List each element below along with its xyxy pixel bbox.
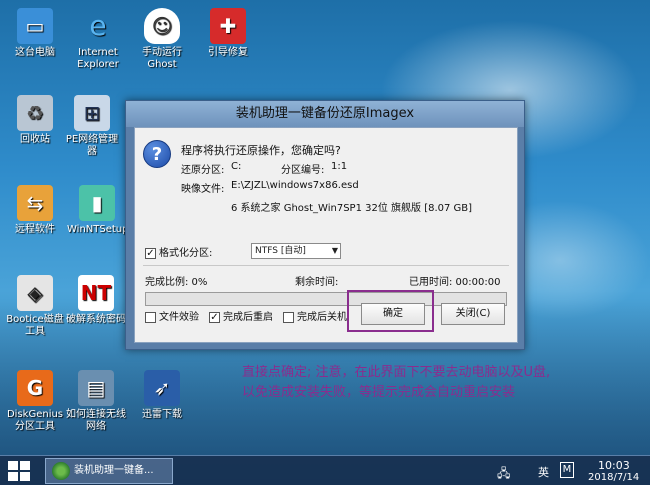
windows-logo-pane: [20, 472, 30, 481]
checkbox-unchecked-icon: [283, 311, 294, 323]
restore-dialog: 装机助理一键备份还原Imagex ? 程序将执行还原操作，您确定吗? 还原分区:…: [125, 100, 525, 350]
ime-mode[interactable]: M: [560, 462, 574, 478]
desktop-icon-label: 引导修复: [208, 47, 248, 58]
taskbar-item-restore[interactable]: 装机助理一键备...: [45, 458, 173, 484]
desktop-icon-nt-password[interactable]: NT 破解系统密码: [66, 275, 126, 326]
first-aid-icon: ✚: [210, 8, 246, 44]
restore-partition-label: 还原分区:: [181, 165, 225, 176]
desktop-icon-network[interactable]: ⊞ PE网络管理器: [62, 95, 122, 158]
desktop-icon-wifi-help[interactable]: ▤ 如何连接无线网络: [66, 370, 126, 433]
winntsetup-icon: ▮: [79, 185, 115, 221]
verify-checkbox[interactable]: 文件效验: [145, 308, 199, 323]
windows-logo-pane: [20, 461, 30, 470]
desktop-icon-label: 破解系统密码: [66, 314, 126, 325]
elapsed-time: 已用时间: 00:00:00: [409, 277, 501, 288]
computer-icon: ▭: [17, 8, 53, 44]
bootice-icon: ◈: [17, 275, 53, 311]
dialog-body: ? 程序将执行还原操作，您确定吗? 还原分区: C: 分区编号: 1:1 映像文…: [134, 127, 518, 343]
dialog-title: 装机助理一键备份还原Imagex: [126, 101, 524, 127]
desktop-icon-recycle-bin[interactable]: ♻ 回收站: [5, 95, 65, 146]
remote-icon: ⇆: [17, 185, 53, 221]
network-tray-icon[interactable]: 🖧: [497, 464, 510, 485]
clock-date[interactable]: 2018/7/14: [588, 472, 639, 483]
desktop-icon-label: Internet Explorer: [77, 47, 119, 70]
ghost-icon: ☺: [144, 8, 180, 44]
desktop-icon-thunder[interactable]: ➶ 迅雷下载: [132, 370, 192, 421]
image-description: 6 系统之家 Ghost_Win7SP1 32位 旗舰版 [8.07 GB]: [231, 203, 473, 214]
taskbar-item-label: 装机助理一键备...: [74, 465, 154, 476]
windows-logo-pane: [8, 461, 18, 470]
format-partition-checkbox[interactable]: ✓ 格式化分区:: [145, 244, 212, 259]
checkbox-checked-icon: ✓: [145, 247, 156, 259]
progress-percent: 完成比例: 0%: [145, 277, 208, 288]
desktop-icon-label: 迅雷下载: [142, 409, 182, 420]
image-file-path: E:\ZJZL\windows7x86.esd: [231, 180, 359, 191]
gear-icon: [52, 462, 70, 480]
reboot-label: 完成后重启: [223, 312, 273, 323]
wifi-help-icon: ▤: [78, 370, 114, 406]
diskgenius-icon: G: [17, 370, 53, 406]
confirm-question: 程序将执行还原操作，您确定吗?: [181, 144, 341, 157]
partition-number-label: 分区编号:: [281, 165, 325, 176]
restore-partition-value: C:: [231, 161, 242, 172]
ie-icon: e: [89, 9, 107, 42]
format-partition-label: 格式化分区:: [159, 248, 213, 259]
filesystem-select-value: NTFS [自动]: [255, 246, 306, 256]
recycle-bin-icon: ♻: [17, 95, 53, 131]
desktop-icon-label: 远程软件: [15, 224, 55, 235]
checkbox-unchecked-icon: [145, 311, 156, 323]
desktop-icon-label: 这台电脑: [15, 47, 55, 58]
desktop-icon-diskgenius[interactable]: G DiskGenius分区工具: [5, 370, 65, 433]
chevron-down-icon: ▼: [331, 246, 338, 255]
windows-logo-pane: [8, 472, 18, 481]
desktop-icon-label: PE网络管理器: [65, 134, 119, 157]
image-file-label: 映像文件:: [181, 184, 225, 195]
desktop-icon-label: 手动运行 Ghost: [142, 47, 182, 70]
reboot-after-checkbox[interactable]: ✓ 完成后重启: [209, 308, 273, 323]
desktop-icon-ie[interactable]: e Internet Explorer: [68, 8, 128, 71]
filesystem-select[interactable]: NTFS [自动] ▼: [251, 243, 341, 259]
partition-number-value: 1:1: [331, 161, 348, 172]
desktop-icon-label: 如何连接无线网络: [66, 409, 126, 432]
instruction-line-2: 以免造成安装失败，等提示完成会自动重启安装: [242, 385, 516, 400]
taskbar: 装机助理一键备... 🖧 英 M 10:03 2018/7/14: [0, 455, 650, 485]
divider: [143, 265, 509, 266]
desktop-icon-remote[interactable]: ⇆ 远程软件: [5, 185, 65, 236]
verify-label: 文件效验: [159, 312, 199, 323]
desktop-icon-label: Bootice磁盘工具: [6, 314, 64, 337]
desktop-icon-ghost[interactable]: ☺ 手动运行 Ghost: [132, 8, 192, 71]
instruction-line-1: 直接点确定; 注意，在此界面下不要去动电脑以及U盘,: [242, 365, 551, 380]
desktop-icon-winntsetup[interactable]: ▮ WinNTSetup: [67, 185, 129, 236]
close-button[interactable]: 关闭(C): [441, 303, 505, 325]
instruction-note: 直接点确定; 注意，在此界面下不要去动电脑以及U盘, 以免造成安装失败，等提示完…: [242, 363, 642, 403]
shutdown-after-checkbox[interactable]: 完成后关机: [283, 308, 347, 323]
confirm-highlight-box: [347, 290, 434, 332]
desktop-icon-boot-repair[interactable]: ✚ 引导修复: [198, 8, 258, 59]
ime-language[interactable]: 英: [538, 464, 549, 480]
desktop-icon-label: 回收站: [20, 134, 50, 145]
question-icon: ?: [143, 140, 171, 168]
desktop-icon-computer[interactable]: ▭ 这台电脑: [5, 8, 65, 59]
network-icon: ⊞: [74, 95, 110, 131]
thunder-icon: ➶: [144, 370, 180, 406]
checkbox-checked-icon: ✓: [209, 311, 220, 323]
desktop-icon-bootice[interactable]: ◈ Bootice磁盘工具: [5, 275, 65, 338]
desktop-icon-label: DiskGenius分区工具: [6, 409, 64, 432]
shutdown-label: 完成后关机: [297, 312, 347, 323]
start-button[interactable]: [8, 461, 30, 481]
remaining-time: 剩余时间:: [295, 277, 339, 288]
nt-password-icon: NT: [78, 275, 114, 311]
clock-time[interactable]: 10:03: [598, 459, 630, 472]
desktop-icon-label: WinNTSetup: [67, 224, 129, 235]
